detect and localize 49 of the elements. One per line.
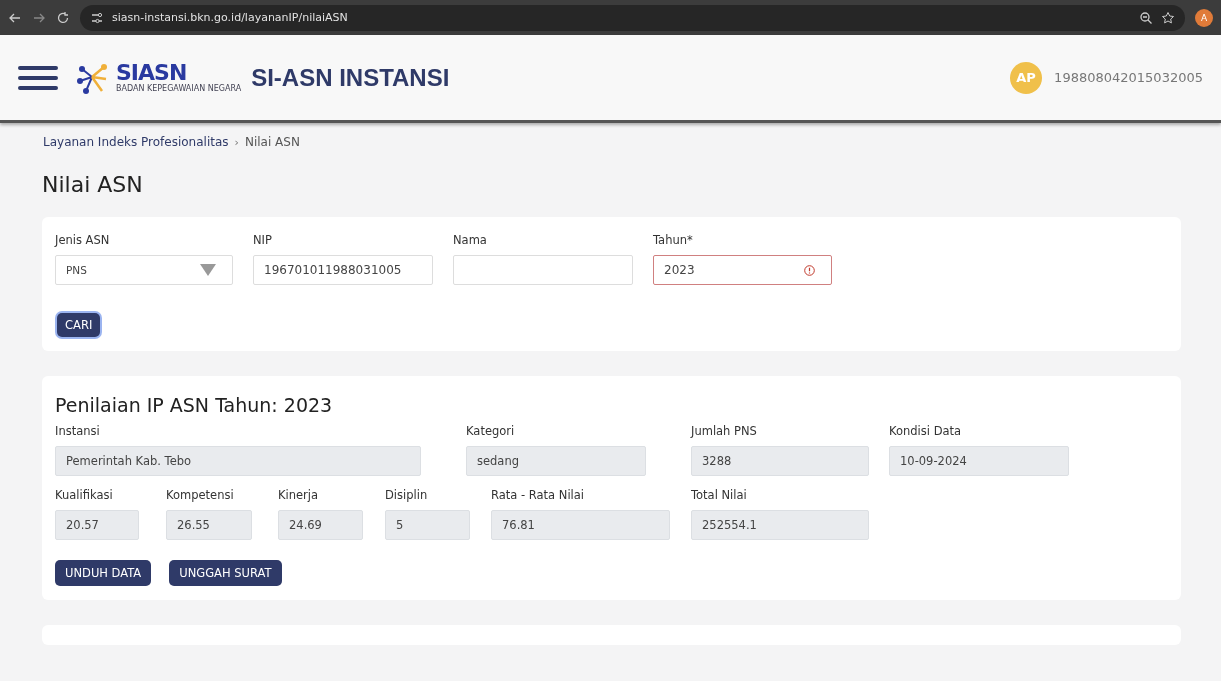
readonly-field: 20.57 [55, 510, 139, 540]
user-id: 198808042015032005 [1054, 70, 1203, 85]
breadcrumb-link[interactable]: Layanan Indeks Profesionalitas [43, 135, 229, 149]
readonly-field: 26.55 [166, 510, 252, 540]
field-label: Kategori [466, 424, 516, 438]
url-text: siasn-instansi.bkn.go.id/layananIP/nilaiASN [112, 11, 348, 24]
field-label: Kinerja [278, 488, 320, 502]
download-button[interactable]: UNDUH DATA [55, 560, 152, 586]
field-label: Rata - Rata Nilai [491, 488, 586, 502]
upload-button[interactable]: UNGGAH SURAT [169, 560, 282, 586]
field-label: Kondisi Data [889, 424, 963, 438]
zoom-icon[interactable] [1139, 10, 1153, 25]
readonly-field: 76.81 [491, 510, 670, 540]
address-bar[interactable]: siasn-instansi.bkn.go.id/layananIP/nilaiASN [80, 4, 1185, 31]
field-label: Jenis ASN [55, 233, 111, 247]
menu-icon[interactable] [18, 64, 58, 91]
app-title: SI-ASN INSTANSI [251, 63, 450, 92]
jenis-asn-select[interactable]: PNS [55, 255, 233, 285]
input-field[interactable]: 196701011988031005 [253, 255, 433, 285]
input-field[interactable] [453, 255, 633, 285]
breadcrumb-current: Nilai ASN [244, 135, 300, 149]
field-label: Kualifikasi [55, 488, 114, 502]
error-icon [804, 264, 815, 276]
star-icon[interactable] [1161, 10, 1175, 25]
logo-text: SIASN [116, 62, 187, 84]
result-title: Penilaian IP ASN Tahun: 2023 [55, 394, 334, 416]
readonly-field: 5 [385, 510, 470, 540]
field-label: Kompetensi [166, 488, 235, 502]
field-label: Tahun* [653, 233, 694, 247]
input-field[interactable]: 2023 [653, 255, 832, 285]
field-label: Disiplin [385, 488, 429, 502]
readonly-field: 3288 [691, 446, 869, 476]
page-title: Nilai ASN [42, 172, 144, 197]
reload-icon[interactable] [56, 10, 70, 25]
logo-subtext: BADAN KEPEGAWAIAN NEGARA [116, 84, 242, 93]
field-label: Instansi [55, 424, 101, 438]
dropdown-caret-icon [200, 264, 216, 276]
readonly-field: 24.69 [278, 510, 363, 540]
field-label: Nama [453, 233, 488, 247]
field-label: Jumlah PNS [691, 424, 758, 438]
field-label: Total Nilai [691, 488, 748, 502]
site-settings-icon[interactable] [90, 10, 104, 25]
breadcrumb-separator: › [234, 135, 239, 149]
readonly-field: Pemerintah Kab. Tebo [55, 446, 421, 476]
field-label: NIP [253, 233, 273, 247]
readonly-field: 252554.1 [691, 510, 869, 540]
readonly-field: 10-09-2024 [889, 446, 1069, 476]
search-button[interactable]: CARI [57, 313, 101, 337]
readonly-field: sedang [466, 446, 646, 476]
